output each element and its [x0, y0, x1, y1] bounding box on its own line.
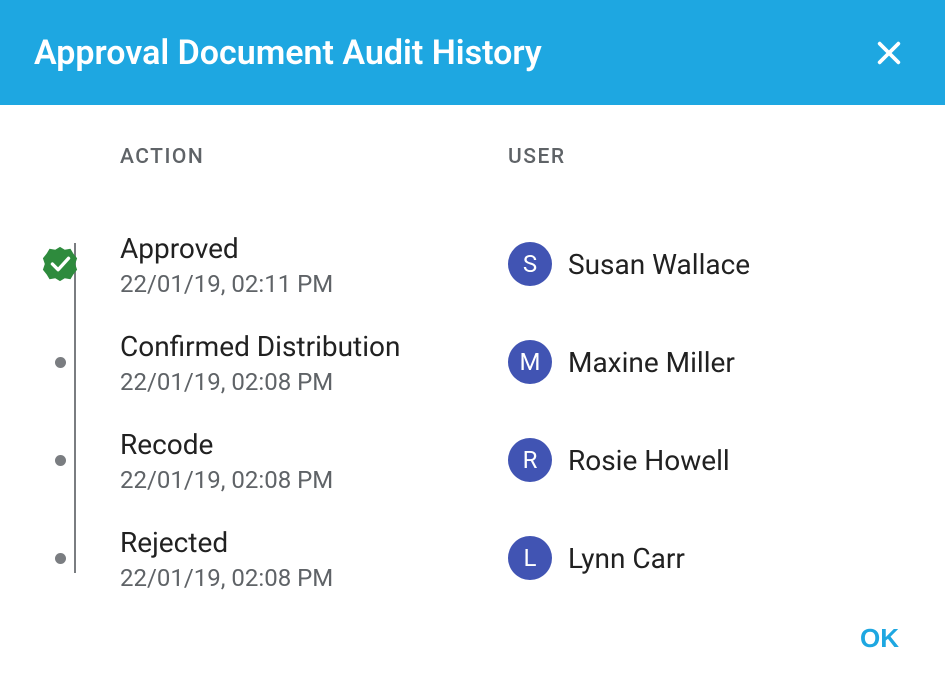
action-cell: Rejected 22/01/19, 02:08 PM	[120, 525, 508, 592]
timeline-marker	[0, 245, 120, 283]
action-timestamp: 22/01/19, 02:08 PM	[120, 564, 508, 592]
avatar: R	[508, 438, 552, 482]
table-row: Approved 22/01/19, 02:11 PM S Susan Wall…	[0, 215, 945, 313]
dialog-header: Approval Document Audit History	[0, 0, 945, 105]
user-column-header: USER	[508, 145, 945, 169]
timeline-marker	[0, 455, 120, 466]
approved-badge-icon	[41, 245, 79, 283]
action-column-header: ACTION	[0, 145, 508, 169]
dialog-content: ACTION USER Approved 22/01/19, 02:11 PM …	[0, 105, 945, 607]
timeline-dot-icon	[55, 357, 66, 368]
user-name: Lynn Carr	[568, 542, 685, 575]
action-cell: Recode 22/01/19, 02:08 PM	[120, 427, 508, 494]
timeline-marker	[0, 553, 120, 564]
user-cell: R Rosie Howell	[508, 438, 945, 482]
dialog-title: Approval Document Audit History	[34, 33, 542, 73]
dialog-footer: OK	[848, 615, 911, 662]
table-row: Confirmed Distribution 22/01/19, 02:08 P…	[0, 313, 945, 411]
avatar: M	[508, 340, 552, 384]
user-name: Rosie Howell	[568, 444, 730, 477]
action-timestamp: 22/01/19, 02:08 PM	[120, 466, 508, 494]
user-name: Maxine Miller	[568, 346, 735, 379]
audit-rows: Approved 22/01/19, 02:11 PM S Susan Wall…	[0, 215, 945, 607]
avatar: L	[508, 536, 552, 580]
action-label: Approved	[120, 231, 508, 266]
column-headers: ACTION USER	[0, 145, 945, 169]
user-name: Susan Wallace	[568, 248, 750, 281]
close-icon	[875, 39, 903, 67]
action-label: Confirmed Distribution	[120, 329, 508, 364]
action-label: Rejected	[120, 525, 508, 560]
timeline-marker	[0, 357, 120, 368]
user-cell: M Maxine Miller	[508, 340, 945, 384]
timeline-dot-icon	[55, 455, 66, 466]
user-cell: L Lynn Carr	[508, 536, 945, 580]
user-cell: S Susan Wallace	[508, 242, 945, 286]
action-label: Recode	[120, 427, 508, 462]
action-cell: Confirmed Distribution 22/01/19, 02:08 P…	[120, 329, 508, 396]
table-row: Rejected 22/01/19, 02:08 PM L Lynn Carr	[0, 509, 945, 607]
timeline-dot-icon	[55, 553, 66, 564]
action-cell: Approved 22/01/19, 02:11 PM	[120, 231, 508, 298]
avatar: S	[508, 242, 552, 286]
ok-button[interactable]: OK	[848, 615, 911, 662]
action-timestamp: 22/01/19, 02:11 PM	[120, 270, 508, 298]
close-button[interactable]	[867, 31, 911, 75]
table-row: Recode 22/01/19, 02:08 PM R Rosie Howell	[0, 411, 945, 509]
action-timestamp: 22/01/19, 02:08 PM	[120, 368, 508, 396]
